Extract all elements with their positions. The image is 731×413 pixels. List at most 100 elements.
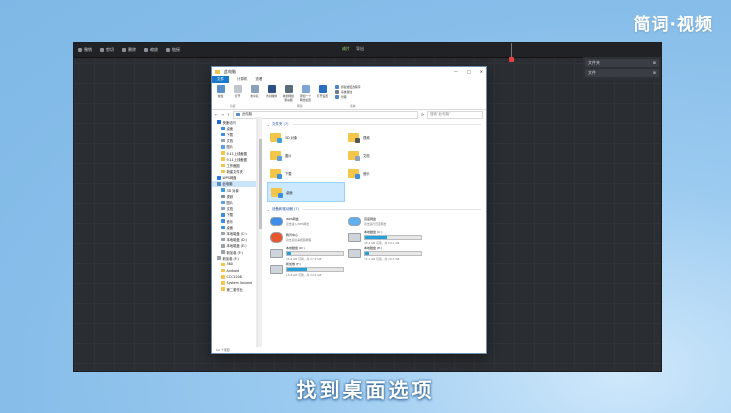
editor-center-tab-1[interactable]: 导出 [356, 46, 364, 52]
playhead-marker[interactable] [509, 57, 514, 62]
up-icon[interactable]: ↑ [227, 113, 230, 117]
playhead-line[interactable] [511, 43, 512, 57]
editor-tool-2[interactable]: 删除 [118, 47, 140, 53]
device-label: 新加卷 (F:) [286, 261, 301, 266]
pc-icon [235, 113, 240, 116]
nav-item-icon [221, 188, 225, 192]
ribbon-button-0[interactable]: 属性 [214, 85, 227, 98]
nav-item-label: 工作截图 [226, 163, 240, 168]
device-label: 本地磁盘 (E:) [364, 245, 383, 250]
right-panel: 文件夹 ⊞ 文件 ⊞ [583, 57, 661, 79]
nav-item-label: 本地磁盘 (E:) [226, 244, 247, 249]
device-item[interactable]: 百度网盘 双击运行百度网盘 [345, 213, 423, 229]
editor-tool-1[interactable]: 剪切 [96, 47, 118, 53]
folder-item[interactable]: 视频 [345, 128, 423, 146]
ribbon-button-1[interactable]: 打开 [231, 85, 244, 98]
nav-item-icon [221, 275, 225, 279]
device-item[interactable]: 新加卷 (F:) 15.6 GB 可用，共 24.5 GB [267, 261, 345, 277]
nav-item-label: 360 [226, 262, 233, 267]
ribbon-button-label: 打开设置 [316, 94, 329, 98]
devices-section-header[interactable]: ⌄ 设备和驱动器 (7) [267, 206, 481, 213]
folder-item[interactable]: 文档 [345, 146, 423, 164]
nav-item-icon [221, 219, 225, 223]
cloud-icon [348, 216, 361, 226]
nav-item-label: 桌面 [226, 225, 234, 230]
device-item[interactable]: 本地磁盘 (C:) 35.2 GB 可用，共 59.1 GB [345, 229, 423, 245]
ribbon-link-label: 系统属性 [341, 90, 353, 94]
nav-item-icon [221, 225, 225, 230]
nav-item-label: CCC1208 [226, 274, 242, 279]
close-button[interactable]: ✕ [480, 69, 483, 74]
nav-item-label: 本地磁盘 (D:) [226, 238, 247, 243]
forward-icon[interactable]: → [221, 113, 224, 117]
device-item[interactable]: 腾讯中心 双击直接看视频教程 [267, 229, 345, 245]
app-icon [270, 231, 283, 243]
ribbon-group-label: 网络 [297, 104, 303, 108]
refresh-icon[interactable]: ⟳ [421, 113, 424, 117]
device-item[interactable]: WPS网盘 双击进入WPS网盘 [267, 213, 345, 229]
device-item[interactable]: 本地磁盘 (E:) 71.1 GB 可用，共 76.5 GB [345, 245, 423, 261]
folder-icon [270, 150, 282, 161]
nav-item-icon [221, 169, 225, 174]
ribbon-system-links: 卸载或更改程序 系统属性 管理 [335, 85, 361, 99]
editor-tool-0[interactable]: 撤销 [74, 47, 96, 53]
ribbon-button-6[interactable]: 打开设置 [316, 85, 329, 98]
nav-item-label: 图片 [226, 145, 234, 150]
brand-logo: 简词·视频 [633, 15, 713, 35]
nav-item-label: 3D 对象 [226, 188, 239, 193]
tab-view[interactable]: 查看 [256, 77, 263, 82]
ribbon-group-label: 位置 [230, 104, 236, 108]
folder-item[interactable]: 音乐 [345, 164, 423, 182]
folder-item[interactable]: 图片 [267, 146, 345, 164]
editor-tool-label: 剪切 [106, 47, 114, 52]
editor-center-tab-0[interactable]: 成片 [342, 46, 350, 52]
ribbon-button-2[interactable]: 重命名 [248, 85, 261, 98]
capacity-bar [286, 250, 344, 256]
folder-icon [270, 168, 282, 179]
grid-icon[interactable]: ⊞ [653, 59, 656, 67]
nav-item-icon [221, 157, 225, 161]
folder-icon [270, 132, 282, 143]
editor-tool-4[interactable]: 链接 [162, 47, 184, 53]
editor-tool-3[interactable]: 缩放 [140, 47, 162, 53]
folder-item[interactable]: 3D 对象 [267, 128, 345, 146]
nav-item-label: 视频 [226, 194, 234, 199]
panel-row[interactable]: 文件夹 ⊞ [585, 59, 659, 67]
folders-section-header[interactable]: ⌄ 文件夹 (7) [267, 121, 481, 128]
ribbon-link-1[interactable]: 系统属性 [335, 90, 361, 94]
tool-icon [100, 48, 104, 52]
tab-file[interactable]: 文件 [212, 76, 229, 83]
ribbon-button-icon [301, 85, 310, 93]
folder-item[interactable]: 下载 [267, 164, 345, 182]
device-label: WPS网盘 [286, 216, 299, 221]
capacity-bar [364, 234, 422, 240]
ribbon-button-4[interactable]: 映射网络驱动器 [282, 85, 295, 102]
folder-label: 视频 [363, 135, 370, 140]
grid-icon[interactable]: ⊞ [653, 69, 656, 77]
folder-item[interactable]: 桌面 [267, 182, 345, 202]
status-bar: 14 个项目 [216, 348, 230, 352]
ribbon-button-3[interactable]: 访问媒体 [265, 85, 278, 98]
back-icon[interactable]: ← [215, 113, 218, 117]
device-subtext: 双击进入WPS网盘 [286, 221, 310, 226]
drive-icon [270, 248, 283, 258]
ribbon-button-5[interactable]: 添加一个网络位置 [299, 85, 312, 102]
panel-row-label: 文件 [588, 70, 596, 75]
device-item[interactable]: 本地磁盘 (D:) 25.6 GB 可用，共 27.9 GB [267, 245, 345, 261]
editor-toolbar: 撤销 剪切 删除 缩放 链接 成片 导出 [74, 43, 661, 58]
tab-computer[interactable]: 计算机 [237, 77, 248, 82]
ribbon-link-label: 管理 [341, 95, 347, 99]
nav-item-label: 本地磁盘 (C:) [226, 231, 247, 236]
nav-item-icon [221, 262, 225, 267]
maximize-button[interactable]: □ [467, 69, 471, 74]
panel-row[interactable]: 文件 ⊞ [585, 69, 659, 77]
nav-item-icon [217, 120, 221, 124]
nav-item-label: 9.11上线截图 [226, 157, 248, 162]
nav-item-label: 文档 [226, 207, 234, 212]
nav-item-icon [221, 281, 225, 285]
ribbon-link-0[interactable]: 卸载或更改程序 [335, 85, 361, 89]
nav-item[interactable]: 第二套作业 [212, 286, 256, 292]
navigation-pane: 快速访问 桌面 下载 文档 图片 9.11上线截图 9.11上线截图 工作截图 新建文件夹 WPS… [212, 117, 257, 347]
ribbon-link-2[interactable]: 管理 [335, 95, 361, 99]
minimize-button[interactable]: — [454, 69, 458, 74]
